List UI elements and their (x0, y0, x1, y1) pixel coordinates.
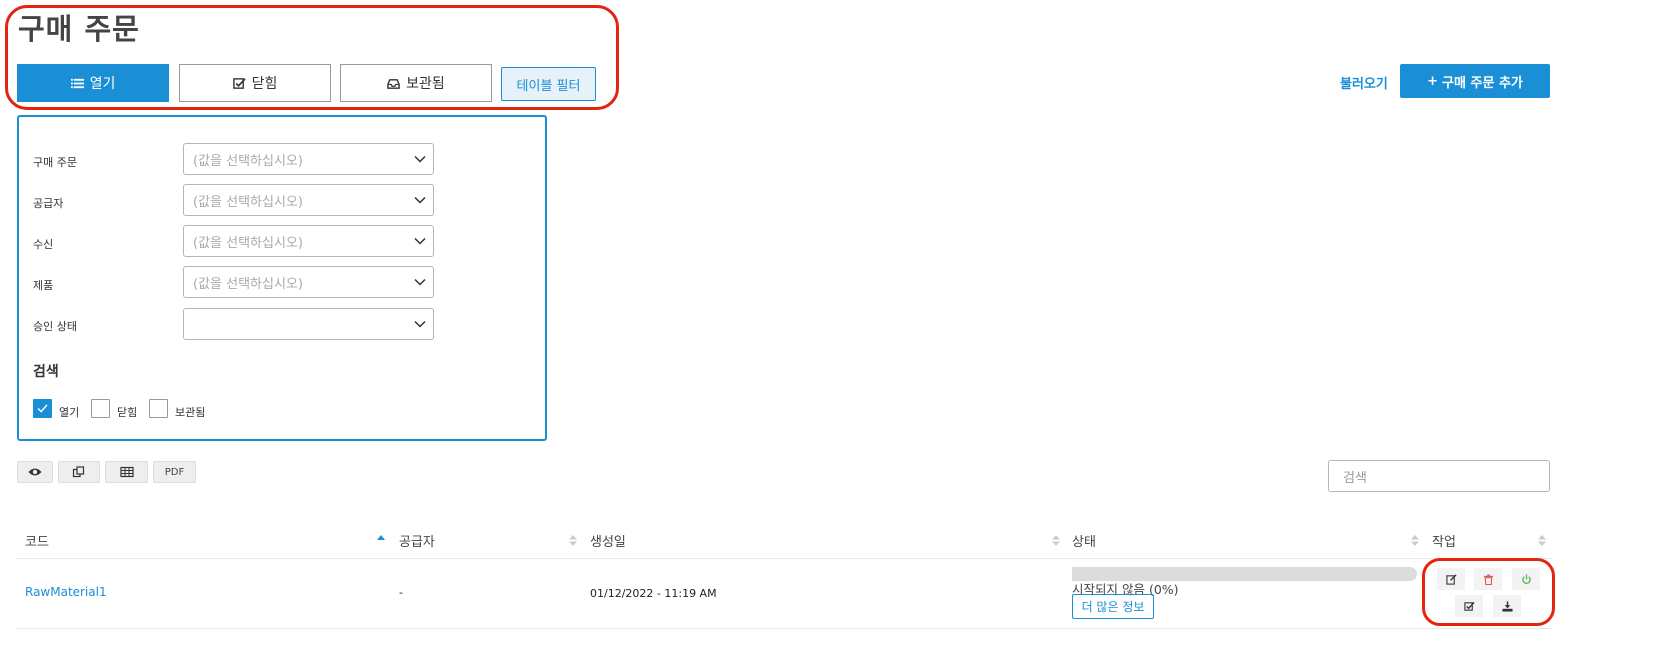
tab-closed-label: 닫힘 (251, 76, 278, 92)
chevron-down-icon (414, 237, 426, 245)
sort-icon[interactable] (1411, 534, 1419, 547)
sort-icon[interactable] (1538, 534, 1546, 547)
filter-label-approval-status: 승인 상태 (33, 320, 77, 333)
chevron-down-icon (414, 278, 426, 286)
filter-label-purchase-order: 구매 주문 (33, 156, 77, 169)
chevron-down-icon (414, 155, 426, 163)
row-code-link[interactable]: RawMaterial1 (25, 585, 107, 599)
approval-status-select[interactable] (183, 308, 434, 340)
table-header-divider (17, 558, 1552, 559)
eye-icon (28, 468, 42, 476)
product-select-value: (값을 선택하십시오) (193, 276, 303, 292)
edit-icon (1445, 573, 1457, 585)
download-icon (1501, 600, 1513, 612)
tab-archived[interactable]: 보관됨 (340, 64, 492, 102)
copy-button[interactable] (58, 461, 100, 483)
column-header-created[interactable]: 생성일 (590, 531, 626, 550)
close-order-button[interactable] (1455, 595, 1483, 617)
search-input[interactable]: 검색 (1328, 460, 1550, 492)
column-header-actions[interactable]: 작업 (1432, 531, 1456, 550)
search-heading: 검색 (33, 364, 59, 380)
filter-panel: 구매 주문 (값을 선택하십시오) 공급자 (값을 선택하십시오) 수신 (값을… (17, 115, 547, 441)
inbox-icon (387, 78, 400, 89)
table-filter-button[interactable]: 테이블 필터 (501, 67, 596, 101)
filter-label-receipt: 수신 (33, 238, 54, 251)
tab-closed[interactable]: 닫힘 (179, 64, 331, 102)
supplier-select-value: (값을 선택하십시오) (193, 194, 303, 210)
download-button[interactable] (1493, 595, 1521, 617)
plus-icon: + (1427, 73, 1439, 89)
add-purchase-order-button[interactable]: + 구매 주문 추가 (1400, 64, 1550, 98)
trash-icon (1483, 573, 1493, 585)
filter-label-product: 제품 (33, 279, 54, 292)
checkbox-archived-label: 보관됨 (175, 406, 206, 419)
checkbox-closed[interactable] (91, 399, 110, 418)
chevron-down-icon (414, 196, 426, 204)
receipt-select[interactable]: (값을 선택하십시오) (183, 225, 434, 257)
edit-button[interactable] (1437, 568, 1465, 590)
table-row-divider (17, 628, 1552, 629)
view-button[interactable] (17, 461, 53, 483)
deactivate-button[interactable] (1512, 568, 1540, 590)
column-header-status[interactable]: 상태 (1072, 531, 1096, 550)
column-header-supplier[interactable]: 공급자 (399, 531, 435, 550)
tab-open[interactable]: 열기 (17, 64, 169, 102)
row-supplier: - (399, 586, 403, 599)
list-icon (70, 78, 84, 88)
purchase-order-select-value: (값을 선택하십시오) (193, 153, 303, 169)
row-created: 01/12/2022 - 11:19 AM (590, 587, 717, 600)
import-link[interactable]: 불러오기 (1340, 73, 1388, 92)
power-icon (1521, 573, 1531, 584)
table-export-button[interactable] (105, 461, 148, 483)
sort-icon[interactable] (1052, 534, 1060, 547)
tab-open-label: 열기 (89, 76, 116, 92)
sort-icon[interactable] (569, 534, 577, 547)
checkbox-open-label: 열기 (59, 406, 80, 419)
check-square-icon (1463, 601, 1475, 611)
supplier-select[interactable]: (값을 선택하십시오) (183, 184, 434, 216)
more-info-button[interactable]: 더 많은 정보 (1072, 594, 1154, 619)
receipt-select-value: (값을 선택하십시오) (193, 235, 303, 251)
add-purchase-order-label: 구매 주문 추가 (1442, 75, 1523, 91)
sort-asc-icon[interactable] (377, 534, 385, 547)
purchase-order-select[interactable]: (값을 선택하십시오) (183, 143, 434, 175)
checkbox-closed-label: 닫힘 (117, 406, 138, 419)
tab-archived-label: 보관됨 (406, 76, 445, 92)
table-icon (119, 466, 134, 478)
filter-label-supplier: 공급자 (33, 197, 64, 210)
checkbox-archived[interactable] (149, 399, 168, 418)
product-select[interactable]: (값을 선택하십시오) (183, 266, 434, 298)
column-header-code[interactable]: 코드 (25, 531, 49, 550)
checkmark-icon (37, 404, 48, 413)
chevron-down-icon (414, 320, 426, 328)
page-title: 구매 주문 (18, 12, 140, 46)
checkbox-open[interactable] (33, 399, 52, 418)
copy-icon (72, 466, 85, 478)
delete-button[interactable] (1474, 568, 1502, 590)
pdf-button[interactable]: PDF (153, 461, 196, 483)
check-square-icon (232, 77, 246, 89)
